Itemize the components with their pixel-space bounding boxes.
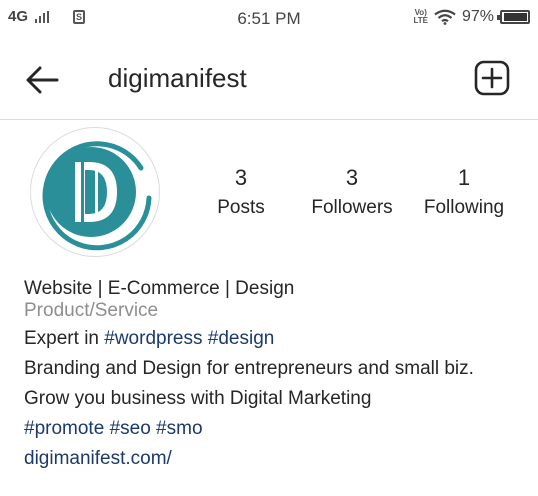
stat-following[interactable]: 1 Following: [404, 164, 524, 224]
bio-line-grow: Grow you business with Digital Marketing: [24, 388, 372, 409]
stat-posts[interactable]: 3 Posts: [181, 164, 301, 224]
following-label: Following: [423, 197, 505, 218]
stat-followers[interactable]: 3 Followers: [292, 164, 412, 224]
following-count: 1: [457, 165, 471, 190]
battery-percent: 97%: [461, 8, 494, 25]
hashtag-wordpress[interactable]: #wordpress: [104, 328, 202, 349]
hashtag-promote[interactable]: #promote: [24, 418, 104, 439]
profile-avatar[interactable]: [30, 127, 160, 257]
profile-username: digimanifest: [108, 63, 247, 93]
volte-icon: Vo) LTE: [413, 8, 428, 25]
hashtag-design[interactable]: #design: [208, 328, 275, 349]
bio-line-branding: Branding and Design for entrepreneurs an…: [24, 358, 474, 379]
hashtag-seo[interactable]: #seo: [110, 418, 151, 439]
profile-bio: Website | E-Commerce | Design Product/Se…: [24, 274, 474, 474]
followers-label: Followers: [311, 197, 393, 218]
hashtag-smo[interactable]: #smo: [156, 418, 202, 439]
posts-count: 3: [234, 165, 248, 190]
back-arrow-icon[interactable]: [24, 62, 60, 98]
followers-count: 3: [345, 165, 359, 190]
wifi-icon: [434, 9, 456, 25]
bio-hashtags: #promote #seo #smo: [24, 414, 474, 444]
profile-header: digimanifest: [0, 38, 538, 120]
bio-line-expert: Expert in #wordpress #design: [24, 324, 474, 354]
profile-website-link[interactable]: digimanifest.com/: [24, 444, 474, 474]
status-bar: 4G S 6:51 PM Vo) LTE 97%: [0, 0, 538, 38]
status-right: Vo) LTE 97%: [413, 8, 530, 26]
add-post-icon[interactable]: [474, 60, 510, 96]
posts-label: Posts: [217, 197, 265, 218]
bio-expert-prefix: Expert in: [24, 328, 99, 349]
digimanifest-logo-icon: [42, 141, 152, 251]
battery-icon: [497, 10, 530, 24]
